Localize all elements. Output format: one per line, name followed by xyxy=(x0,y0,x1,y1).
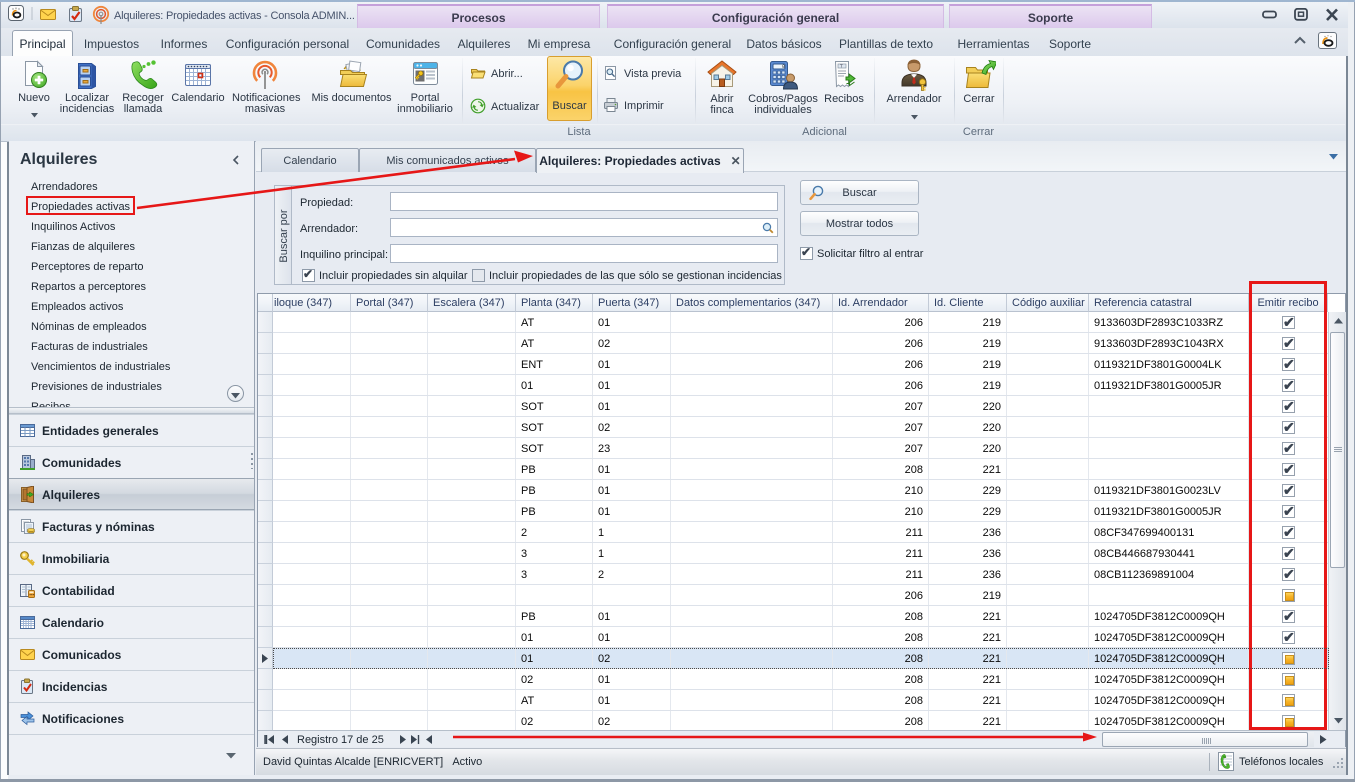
svg-text:0: 0 xyxy=(782,64,785,70)
svg-text:T: T xyxy=(840,64,843,69)
